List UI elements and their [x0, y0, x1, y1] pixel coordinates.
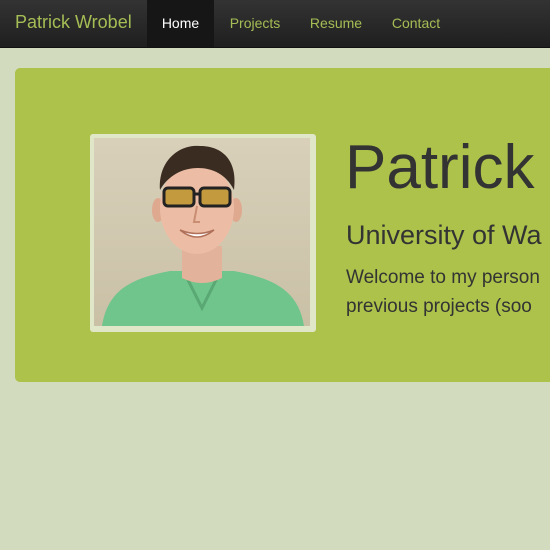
- nav-resume[interactable]: Resume: [296, 0, 376, 47]
- hero-intro: Welcome to my person previous projects (…: [346, 263, 540, 321]
- nav-home[interactable]: Home: [147, 0, 214, 47]
- hero-title: Patrick: [345, 133, 535, 202]
- hero-intro-line: Welcome to my person: [346, 267, 540, 288]
- profile-photo: [94, 138, 310, 326]
- hero-subtitle: University of Wa: [346, 220, 542, 250]
- brand-link[interactable]: Patrick Wrobel: [15, 12, 132, 33]
- profile-photo-frame: [90, 134, 316, 332]
- top-navbar: Patrick Wrobel Home Projects Resume Cont…: [0, 0, 550, 48]
- hero-banner: Patrick University of Wa Welcome to my p…: [15, 68, 550, 382]
- hero-intro-line: previous projects (soo: [346, 296, 532, 317]
- nav-contact[interactable]: Contact: [376, 0, 456, 47]
- nav-projects[interactable]: Projects: [214, 0, 296, 47]
